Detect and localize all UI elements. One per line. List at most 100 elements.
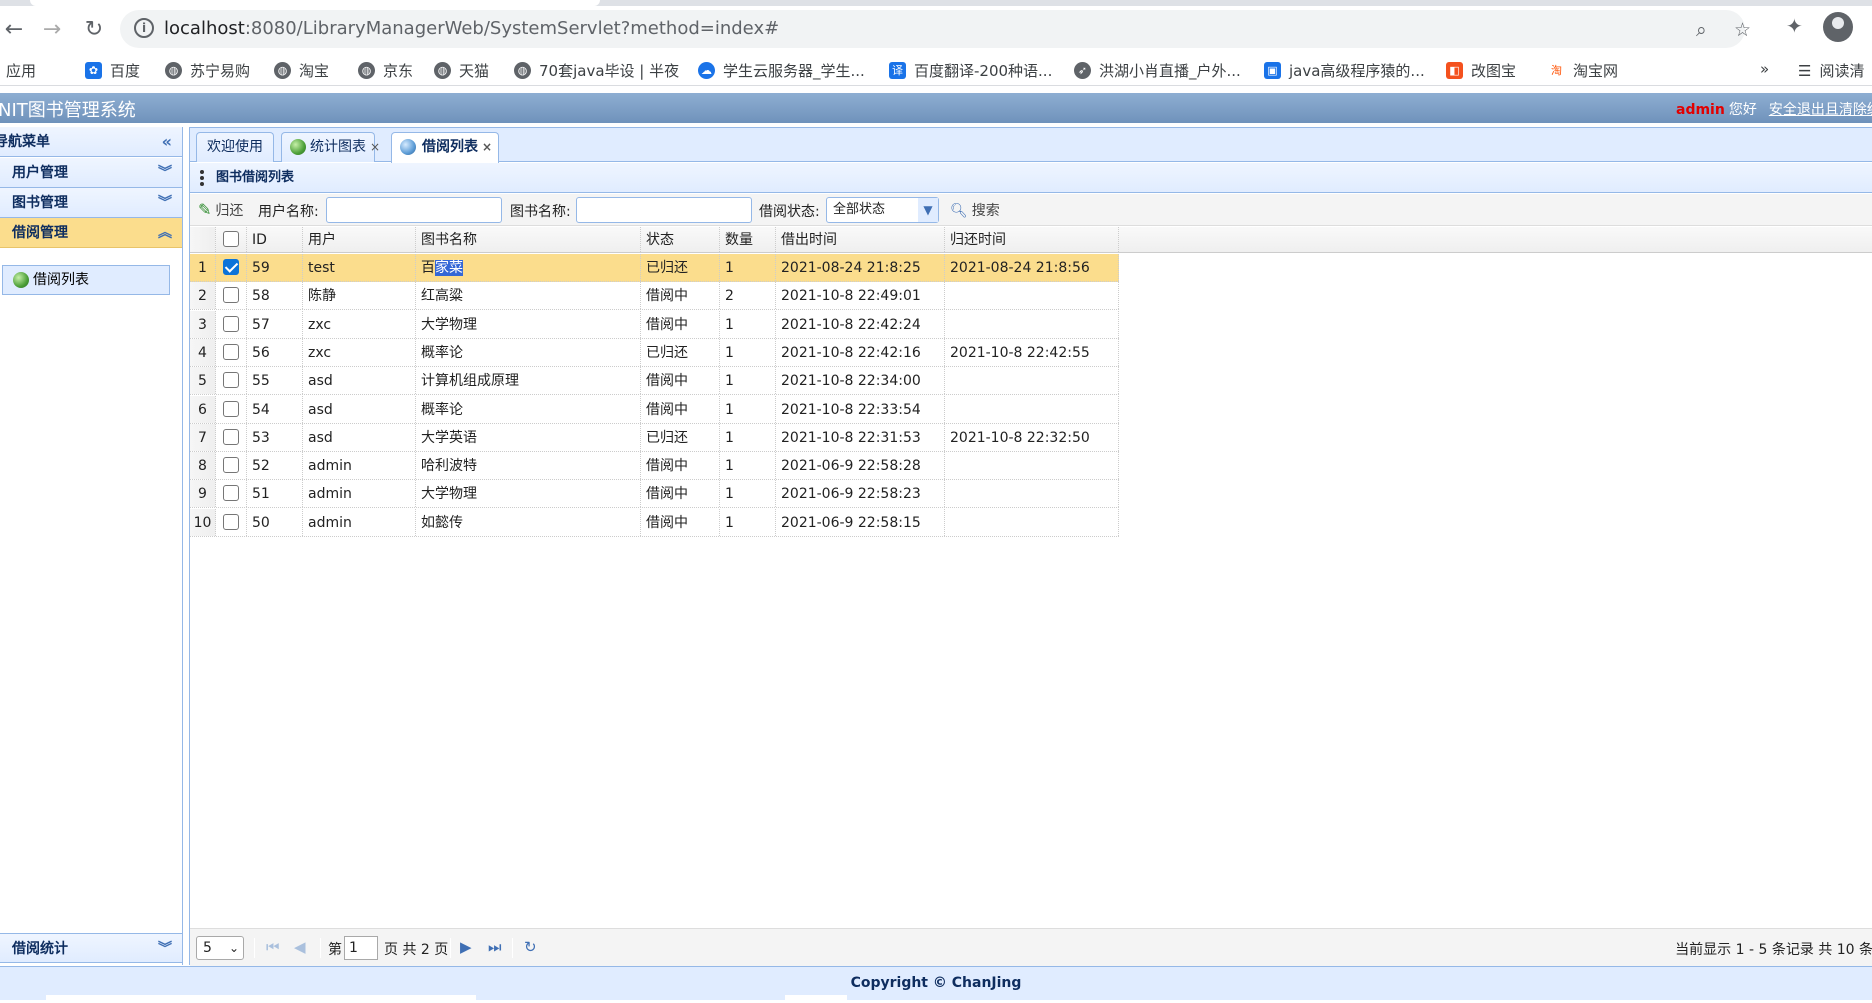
row-checkbox-cell[interactable] bbox=[216, 508, 247, 536]
table-row[interactable]: 9 51 admin 大学物理 借阅中 1 2021-06-9 22:58:23 bbox=[190, 480, 1119, 509]
url-text[interactable]: localhost:8080/LibraryManagerWeb/SystemS… bbox=[164, 18, 779, 39]
nav-group-borrow-stats[interactable]: 借阅统计 ︾ bbox=[0, 933, 182, 963]
bookmark-jd[interactable]: ◍ 京东 bbox=[358, 60, 413, 81]
row-checkbox[interactable] bbox=[223, 315, 239, 332]
bookmark-suning[interactable]: ◍ 苏宁易购 bbox=[165, 60, 250, 81]
row-checkbox[interactable] bbox=[223, 343, 239, 360]
last-page-icon[interactable]: ⏭ bbox=[488, 938, 502, 956]
reading-list[interactable]: ☰ 阅读清 bbox=[1798, 60, 1864, 81]
close-icon[interactable]: × bbox=[482, 140, 492, 154]
cell-book: 如懿传 bbox=[416, 508, 641, 536]
column-header[interactable]: 数量 bbox=[720, 227, 776, 252]
table-row[interactable]: 4 56 zxc 概率论 已归还 1 2021-10-8 22:42:16 2021-10-8… bbox=[190, 338, 1119, 367]
header-checkbox[interactable] bbox=[216, 227, 247, 252]
bookmark-star-icon[interactable]: ☆ bbox=[1734, 19, 1751, 41]
row-checkbox-cell[interactable] bbox=[216, 423, 247, 451]
column-header[interactable]: 借出时间 bbox=[776, 227, 945, 252]
table-row[interactable]: 8 52 admin 哈利波特 借阅中 1 2021-06-9 22:58:28 bbox=[190, 452, 1119, 481]
back-arrow-icon[interactable]: ← bbox=[0, 12, 32, 48]
profile-avatar[interactable] bbox=[1823, 12, 1853, 42]
bookmark-bilibili[interactable]: ▣ java高级程序猿的... bbox=[1264, 60, 1425, 81]
row-checkbox[interactable] bbox=[223, 287, 239, 304]
chevron-double-down-icon[interactable]: ︾ bbox=[158, 188, 172, 218]
active-browser-tab[interactable] bbox=[30, 0, 600, 6]
row-checkbox[interactable] bbox=[223, 400, 239, 417]
book-name-input[interactable] bbox=[576, 197, 752, 223]
return-button[interactable]: ✎ 归还 bbox=[198, 200, 243, 220]
nav-group-books[interactable]: 图书管理 ︾ bbox=[0, 188, 182, 218]
row-checkbox-cell[interactable] bbox=[216, 310, 247, 338]
column-header[interactable]: ID bbox=[247, 227, 303, 252]
status-select[interactable]: 全部状态 ▼ bbox=[826, 197, 939, 223]
page-size-select[interactable]: 5 ⌄ bbox=[196, 936, 244, 960]
page-number-input[interactable]: 1 bbox=[344, 936, 378, 960]
logout-link[interactable]: 安全退出且清除缓 bbox=[1769, 102, 1872, 118]
cell-user: asd bbox=[303, 395, 416, 423]
table-row[interactable]: 1 59 test 百家菜 已归还 1 2021-08-24 21:8:25 2021-08-… bbox=[190, 254, 1119, 282]
cell-status: 借阅中 bbox=[641, 395, 720, 423]
row-checkbox[interactable] bbox=[223, 259, 239, 275]
column-header[interactable]: 归还时间 bbox=[945, 227, 1119, 252]
bookmark-taobao-net[interactable]: 淘淘宝网 bbox=[1548, 60, 1618, 81]
bookmark-baidu[interactable]: ✿ 百度 bbox=[85, 60, 140, 81]
nav-item-borrow-list[interactable]: 借阅列表 bbox=[2, 265, 170, 295]
collapse-left-icon[interactable]: « bbox=[162, 127, 172, 157]
nav-group-borrow[interactable]: 借阅管理 ︽ bbox=[0, 218, 182, 248]
row-checkbox-cell[interactable] bbox=[216, 254, 247, 281]
row-checkbox-cell[interactable] bbox=[216, 480, 247, 508]
row-checkbox-cell[interactable] bbox=[216, 395, 247, 423]
bookmark-tmall[interactable]: ◍ 天猫 bbox=[434, 60, 489, 81]
site-info-icon[interactable]: i bbox=[134, 18, 154, 38]
table-row[interactable]: 7 53 asd 大学英语 已归还 1 2021-10-8 22:31:53 2021-10-… bbox=[190, 423, 1119, 452]
address-bar[interactable]: i localhost:8080/LibraryManagerWeb/Syste… bbox=[120, 10, 1751, 48]
column-header[interactable]: 图书名称 bbox=[416, 227, 641, 252]
chevron-down-icon[interactable]: ▼ bbox=[918, 198, 938, 222]
table-row[interactable]: 2 58 陈静 红高粱 借阅中 2 2021-10-8 22:49:01 bbox=[190, 282, 1119, 311]
bookmark-student-cloud[interactable]: ☁ 学生云服务器_学生... bbox=[698, 60, 865, 81]
table-row[interactable]: 6 54 asd 概率论 借阅中 1 2021-10-8 22:33:54 bbox=[190, 395, 1119, 424]
row-checkbox-cell[interactable] bbox=[216, 367, 247, 395]
bookmark-gaitubao[interactable]: ◧ 改图宝 bbox=[1446, 60, 1516, 81]
divider bbox=[254, 938, 255, 958]
row-checkbox[interactable] bbox=[223, 428, 239, 445]
cell-status: 已归还 bbox=[641, 338, 720, 366]
column-header[interactable]: 状态 bbox=[641, 227, 720, 252]
extensions-icon[interactable]: ✦ bbox=[1786, 14, 1803, 38]
refresh-icon[interactable]: ↻ bbox=[524, 938, 537, 956]
close-icon[interactable]: × bbox=[370, 140, 380, 154]
select-all-checkbox[interactable] bbox=[223, 231, 239, 247]
tab-stats-chart[interactable]: 统计图表 × bbox=[281, 132, 380, 162]
bookmark-java[interactable]: ◍ 70套java毕设 | 半夜 bbox=[514, 60, 679, 81]
cell-qty: 1 bbox=[720, 338, 776, 366]
bookmark-apps[interactable]: 应用 bbox=[6, 60, 36, 175]
bookmark-live[interactable]: ➶ 洪湖小肖直播_户外... bbox=[1074, 60, 1241, 81]
reload-icon[interactable]: ↻ bbox=[76, 12, 112, 48]
row-checkbox-cell[interactable] bbox=[216, 282, 247, 310]
table-row[interactable]: 5 55 asd 计算机组成原理 借阅中 1 2021-10-8 22:34:00 bbox=[190, 367, 1119, 396]
table-row[interactable]: 10 50 admin 如懿传 借阅中 1 2021-06-9 22:58:15 bbox=[190, 508, 1119, 537]
chevron-double-down-icon[interactable]: ︾ bbox=[158, 158, 172, 188]
column-header[interactable]: 用户 bbox=[303, 227, 416, 252]
next-page-icon[interactable]: ▶ bbox=[460, 938, 472, 956]
forward-arrow-icon[interactable]: → bbox=[34, 12, 70, 48]
tab-borrow-list[interactable]: 借阅列表 × bbox=[391, 132, 499, 163]
row-checkbox[interactable] bbox=[223, 485, 239, 502]
row-checkbox-cell[interactable] bbox=[216, 452, 247, 480]
chevron-double-up-icon[interactable]: ︽ bbox=[158, 218, 172, 248]
tab-welcome[interactable]: 欢迎使用 bbox=[196, 132, 274, 162]
table-row[interactable]: 3 57 zxc 大学物理 借阅中 1 2021-10-8 22:42:24 bbox=[190, 310, 1119, 339]
user-name-input[interactable] bbox=[326, 197, 502, 223]
bookmark-baidu-translate[interactable]: 译百度翻译-200种语... bbox=[889, 60, 1052, 81]
row-checkbox[interactable] bbox=[223, 457, 239, 474]
chevron-double-down-icon[interactable]: ︾ bbox=[158, 934, 172, 964]
bookmarks-overflow-icon[interactable]: » bbox=[1760, 60, 1769, 78]
bookmark-taobao[interactable]: ◍ 淘宝 bbox=[274, 60, 329, 81]
search-button[interactable]: 🔍︎ 搜索 bbox=[950, 200, 1000, 220]
row-checkbox[interactable] bbox=[223, 513, 239, 530]
nav-group-users[interactable]: 用户管理 ︾ bbox=[0, 158, 182, 188]
first-page-icon[interactable]: ⏮ bbox=[266, 938, 280, 956]
row-checkbox[interactable] bbox=[223, 372, 239, 389]
row-checkbox-cell[interactable] bbox=[216, 338, 247, 366]
prev-page-icon[interactable]: ◀ bbox=[294, 938, 306, 956]
zoom-icon[interactable]: ⌕ bbox=[1696, 19, 1707, 41]
